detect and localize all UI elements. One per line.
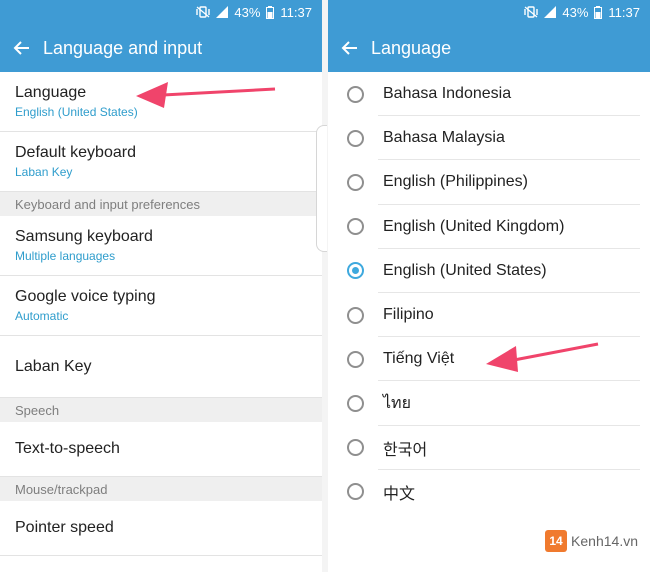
radio-button-icon[interactable]: [347, 129, 364, 147]
radio-button-icon[interactable]: [347, 439, 364, 457]
app-bar: Language and input: [0, 24, 322, 72]
language-option[interactable]: 中文: [328, 470, 650, 514]
watermark: 14 Kenh14.vn: [545, 530, 638, 552]
option-label: English (Philippines): [383, 173, 528, 191]
option-label: Bahasa Indonesia: [383, 85, 512, 103]
item-label: Pointer speed: [15, 519, 114, 536]
section-header-speech: Speech: [0, 398, 322, 422]
option-label: ไทย: [383, 394, 411, 412]
item-value: Laban Key: [15, 165, 73, 179]
language-option[interactable]: Filipino: [328, 293, 650, 338]
laban-key-setting[interactable]: Laban Key: [0, 336, 322, 398]
item-label: Samsung keyboard: [15, 228, 153, 245]
radio-button-icon[interactable]: [347, 483, 364, 501]
item-label: Laban Key: [15, 357, 92, 375]
text-to-speech-setting[interactable]: Text-to-speech: [0, 422, 322, 477]
page-title: Language: [371, 37, 452, 58]
default-keyboard-setting[interactable]: Default keyboard Laban Key: [0, 132, 322, 192]
status-bar: 43% 11:37: [0, 0, 322, 24]
language-option[interactable]: ไทย: [328, 381, 650, 426]
pointer-speed-setting[interactable]: Pointer speed: [0, 501, 322, 556]
app-bar: Language: [328, 24, 650, 72]
scroll-indicator: [316, 125, 327, 252]
item-label: Google voice typing: [15, 288, 156, 305]
radio-button-icon[interactable]: [347, 218, 364, 236]
option-label: 中文: [383, 485, 416, 503]
signal-icon: [544, 6, 557, 18]
language-options-list: Bahasa Indonesia Bahasa Malaysia English…: [328, 72, 650, 514]
item-label: Default keyboard: [15, 144, 136, 161]
status-bar: 43% 11:37: [328, 0, 650, 24]
back-arrow-icon[interactable]: [340, 38, 360, 58]
language-setting[interactable]: Language English (United States): [0, 72, 322, 132]
option-label: Filipino: [383, 306, 434, 324]
kenh14-logo-icon: 14: [545, 530, 568, 552]
signal-icon: [216, 6, 229, 18]
page-title: Language and input: [43, 37, 203, 58]
language-option[interactable]: Bahasa Malaysia: [328, 116, 650, 161]
radio-button-icon[interactable]: [347, 262, 364, 280]
back-arrow-icon[interactable]: [12, 38, 32, 58]
language-option[interactable]: Bahasa Indonesia: [328, 72, 650, 117]
section-header-keyboard: Keyboard and input preferences: [0, 192, 322, 216]
radio-button-icon[interactable]: [347, 173, 364, 191]
option-label: English (United States): [383, 261, 547, 279]
language-option[interactable]: English (Philippines): [328, 160, 650, 205]
watermark-text: Kenh14.vn: [571, 533, 638, 549]
item-label: Text-to-speech: [15, 440, 120, 457]
clock: 11:37: [608, 4, 640, 20]
battery-percent: 43%: [562, 4, 589, 20]
section-header-mouse: Mouse/trackpad: [0, 477, 322, 501]
battery-icon: [594, 5, 603, 19]
radio-button-icon[interactable]: [347, 306, 364, 324]
settings-list: Language English (United States) Default…: [0, 72, 322, 556]
language-option[interactable]: Tiếng Việt: [328, 337, 650, 382]
radio-button-icon[interactable]: [347, 350, 364, 368]
language-option[interactable]: English (United Kingdom): [328, 205, 650, 249]
radio-button-icon[interactable]: [347, 85, 364, 103]
item-value: English (United States): [15, 105, 138, 119]
item-value: Automatic: [15, 309, 69, 323]
battery-percent: 43%: [234, 4, 261, 20]
language-option[interactable]: English (United States): [328, 249, 650, 294]
radio-button-icon[interactable]: [347, 394, 364, 412]
option-label: Bahasa Malaysia: [383, 129, 505, 147]
samsung-keyboard-setting[interactable]: Samsung keyboard Multiple languages: [0, 216, 322, 276]
clock: 11:37: [280, 4, 312, 20]
vibrate-icon: [524, 6, 539, 18]
google-voice-typing-setting[interactable]: Google voice typing Automatic: [0, 276, 322, 336]
language-screen: 43% 11:37 Language Bahasa Indonesia Baha…: [328, 0, 650, 572]
item-label: Language: [15, 84, 87, 101]
language-option[interactable]: 한국어: [328, 426, 650, 470]
vibrate-icon: [196, 6, 211, 18]
option-label: Tiếng Việt: [383, 350, 455, 368]
battery-icon: [266, 5, 275, 19]
option-label: English (United Kingdom): [383, 217, 565, 235]
language-and-input-screen: 43% 11:37 Language and input Language En…: [0, 0, 322, 572]
item-value: Multiple languages: [15, 249, 116, 263]
option-label: 한국어: [383, 441, 428, 459]
